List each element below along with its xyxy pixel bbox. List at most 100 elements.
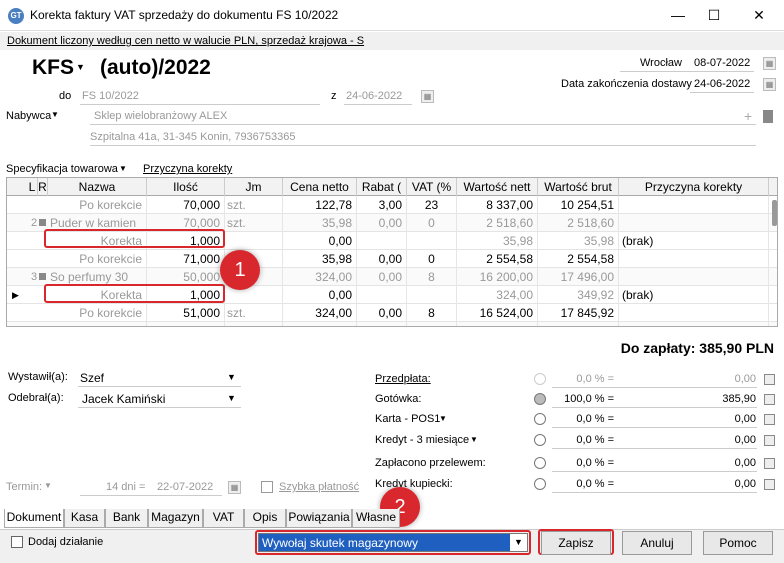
close-button[interactable]: ✕ xyxy=(745,4,773,26)
save-button[interactable]: Zapisz xyxy=(541,531,611,555)
cell-reason[interactable] xyxy=(619,322,769,326)
cell-price[interactable]: 324,00 xyxy=(283,268,357,286)
cell-vat[interactable]: 0 xyxy=(407,214,457,232)
col-qty[interactable]: Ilość xyxy=(147,178,225,196)
spec-chevron-down-icon[interactable]: ▼ xyxy=(119,164,127,173)
cell-price[interactable]: 35,98 xyxy=(283,214,357,232)
cell-price[interactable]: 171,00 xyxy=(283,322,357,326)
cell-vat[interactable]: 23 xyxy=(407,196,457,214)
calculator-icon[interactable] xyxy=(764,435,775,446)
payment-percent[interactable]: 0,0 % = xyxy=(552,478,614,490)
buyer-chevron-down-icon[interactable]: ▼ xyxy=(51,110,59,119)
payment-amount[interactable]: 0,00 xyxy=(660,413,756,425)
cell-reason[interactable] xyxy=(619,304,769,322)
correction-reason-link[interactable]: Przyczyna korekty xyxy=(143,163,232,175)
col-l[interactable]: L xyxy=(27,178,38,196)
cell-net[interactable]: 8 337,00 xyxy=(457,196,538,214)
cell-gross[interactable]: 17 845,92 xyxy=(538,304,619,322)
doc-type[interactable]: KFS xyxy=(32,56,74,80)
calendar-icon[interactable]: ▦ xyxy=(763,57,776,70)
calculator-icon[interactable] xyxy=(764,414,775,425)
clear-icon[interactable] xyxy=(763,110,773,123)
minimize-button[interactable]: — xyxy=(664,4,692,26)
cell-gross[interactable]: 349,92 xyxy=(538,286,619,304)
delivery-date[interactable]: 24-06-2022 xyxy=(694,78,750,90)
doc-type-chevron-down-icon[interactable]: ▼ xyxy=(76,62,85,72)
cell-reason[interactable]: (brak) xyxy=(619,286,769,304)
col-net[interactable]: Wartość nett xyxy=(457,178,538,196)
fast-payment-checkbox[interactable] xyxy=(261,481,273,493)
cell-vat[interactable]: 8 xyxy=(407,268,457,286)
cell-qty[interactable]: 70,000 xyxy=(147,196,225,214)
row-expand-icon[interactable] xyxy=(39,273,46,280)
payment-radio[interactable] xyxy=(534,393,546,405)
cell-price[interactable]: 324,00 xyxy=(283,304,357,322)
warehouse-action-select[interactable]: Wywołaj skutek magazynowy ▼ xyxy=(258,533,528,552)
payment-chevron-down-icon[interactable]: ▼ xyxy=(439,414,447,423)
col-discount[interactable]: Rabat ( xyxy=(357,178,407,196)
specification-tab[interactable]: Specyfikacja towarowa xyxy=(6,163,118,175)
cell-gross[interactable]: 17 496,00 xyxy=(538,268,619,286)
tab-kasa[interactable]: Kasa xyxy=(64,509,105,528)
cell-qty[interactable]: 71,000 xyxy=(147,250,225,268)
cell-disc[interactable]: 0,00 xyxy=(357,322,407,326)
payment-amount[interactable]: 0,00 xyxy=(660,373,756,385)
payment-percent[interactable]: 0,0 % = xyxy=(552,434,614,446)
issue-date[interactable]: 08-07-2022 xyxy=(694,57,750,69)
cell-jm[interactable]: szt. xyxy=(225,322,283,326)
tab-powiązania[interactable]: Powiązania xyxy=(286,509,352,528)
term-days[interactable]: 14 dni = xyxy=(106,481,145,493)
help-button[interactable]: Pomoc xyxy=(703,531,773,555)
payment-percent[interactable]: 0,0 % = xyxy=(552,373,614,385)
cell-reason[interactable]: (brak) xyxy=(619,232,769,250)
cell-gross[interactable]: 8 550,00 xyxy=(538,322,619,326)
cell-gross[interactable]: 35,98 xyxy=(538,232,619,250)
cell-net[interactable]: 35,98 xyxy=(457,232,538,250)
cell-net[interactable]: 16 524,00 xyxy=(457,304,538,322)
cell-jm[interactable] xyxy=(225,232,283,250)
payment-percent[interactable]: 0,0 % = xyxy=(552,457,614,469)
cell-vat[interactable] xyxy=(407,286,457,304)
cell-net[interactable]: 8 550,00 xyxy=(457,322,538,326)
cell-reason[interactable] xyxy=(619,196,769,214)
cell-reason[interactable] xyxy=(619,268,769,286)
cell-vat[interactable]: 0 xyxy=(407,250,457,268)
add-action-checkbox[interactable] xyxy=(11,536,23,548)
cell-net[interactable]: 324,00 xyxy=(457,286,538,304)
chevron-down-icon[interactable]: ▼ xyxy=(510,534,527,551)
grid-scroll-thumb[interactable] xyxy=(772,200,777,226)
tab-opis[interactable]: Opis xyxy=(244,509,286,528)
calculator-icon[interactable] xyxy=(764,394,775,405)
cell-jm[interactable]: szt. xyxy=(225,196,283,214)
cell-price[interactable]: 0,00 xyxy=(283,232,357,250)
cell-jm[interactable]: szt. xyxy=(225,304,283,322)
cell-net[interactable]: 2 518,60 xyxy=(457,214,538,232)
cell-name[interactable]: Pomadka długot xyxy=(48,322,147,326)
plus-icon[interactable]: + xyxy=(744,108,752,124)
cell-disc[interactable]: 3,00 xyxy=(357,196,407,214)
payment-radio[interactable] xyxy=(534,478,546,490)
tab-własne[interactable]: Własne xyxy=(352,509,400,528)
payment-amount[interactable]: 0,00 xyxy=(660,457,756,469)
payment-chevron-down-icon[interactable]: ▼ xyxy=(470,435,478,444)
add-action-label[interactable]: Dodaj działanie xyxy=(28,536,103,548)
payment-radio[interactable] xyxy=(534,413,546,425)
calculator-icon[interactable] xyxy=(764,374,775,385)
payment-radio[interactable] xyxy=(534,373,546,385)
col-gross[interactable]: Wartość brut xyxy=(538,178,619,196)
payment-label[interactable]: Przedpłata: xyxy=(375,373,431,385)
cell-disc[interactable]: 0,00 xyxy=(357,250,407,268)
cell-disc[interactable] xyxy=(357,286,407,304)
cell-net[interactable]: 2 554,58 xyxy=(457,250,538,268)
col-vat[interactable]: VAT (% xyxy=(407,178,457,196)
fast-payment-label[interactable]: Szybka płatność xyxy=(279,481,359,493)
cell-price[interactable]: 0,00 xyxy=(283,286,357,304)
items-grid[interactable]: L R Nazwa Ilość Jm Cena netto Rabat ( VA… xyxy=(6,177,778,327)
cell-reason[interactable] xyxy=(619,214,769,232)
cell-jm[interactable]: szt. xyxy=(225,214,283,232)
document-info-link[interactable]: Dokument liczony według cen netto w walu… xyxy=(7,35,364,47)
cell-gross[interactable]: 2 518,60 xyxy=(538,214,619,232)
cell-name[interactable]: Po korekcie xyxy=(48,196,147,214)
payment-amount[interactable]: 0,00 xyxy=(660,478,756,490)
term-chevron-down-icon[interactable]: ▼ xyxy=(44,481,52,490)
